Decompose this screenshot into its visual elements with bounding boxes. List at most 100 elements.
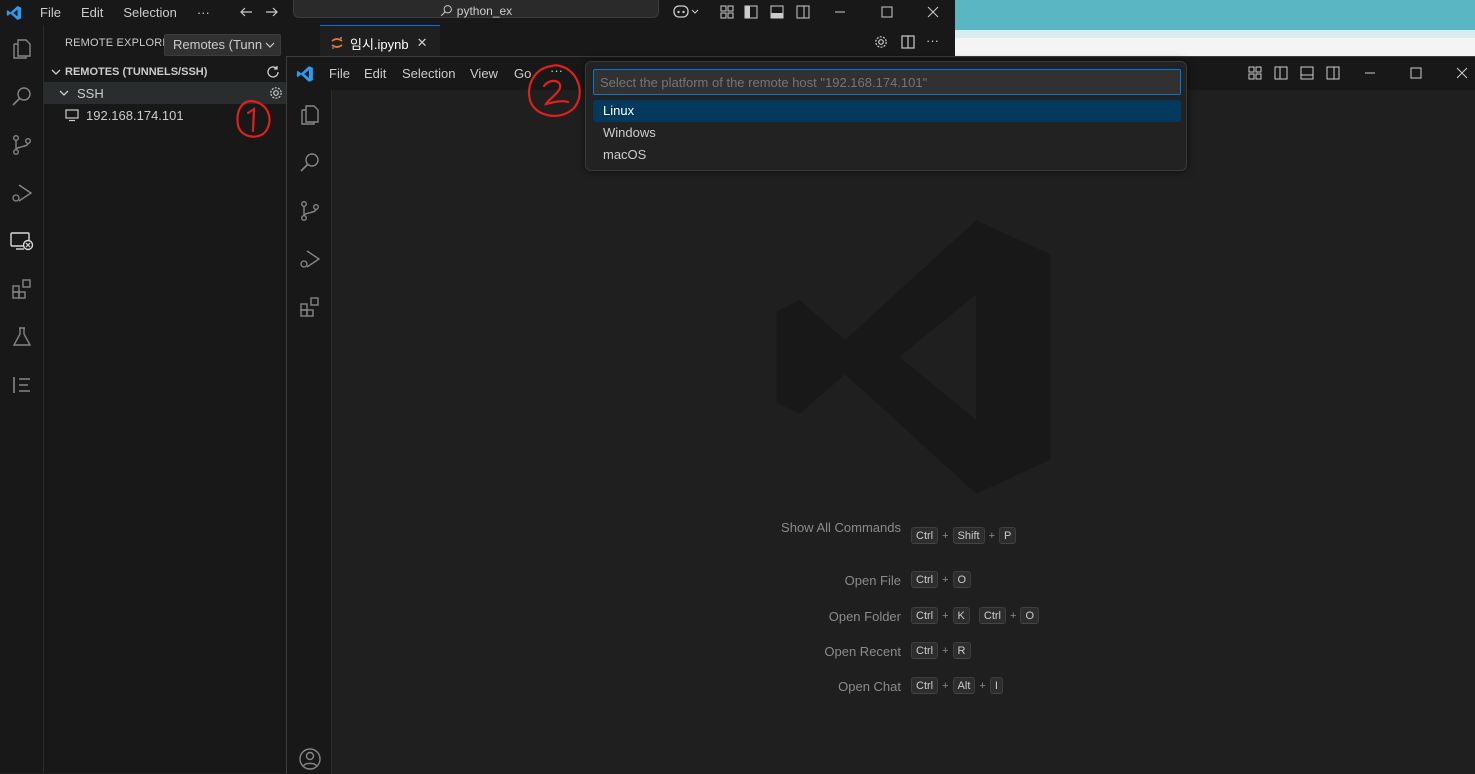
menu-file[interactable]: File bbox=[40, 5, 61, 20]
customize-layout-icon[interactable] bbox=[1247, 65, 1263, 81]
quick-pick-input[interactable] bbox=[593, 69, 1181, 95]
maximize-icon[interactable] bbox=[879, 4, 895, 20]
close-icon[interactable] bbox=[925, 4, 941, 20]
menu-selection[interactable]: Selection bbox=[402, 66, 455, 81]
annotation-circle-1 bbox=[236, 99, 271, 138]
annotation-circle-2 bbox=[527, 64, 581, 117]
key: Alt bbox=[952, 677, 976, 694]
search-icon bbox=[440, 4, 453, 17]
quick-pick-item-linux[interactable]: Linux bbox=[593, 100, 1181, 122]
key: Shift bbox=[952, 527, 985, 544]
jupyter-icon bbox=[330, 36, 344, 50]
editor-tab-bar: 임시.ipynb ✕ ··· bbox=[286, 25, 955, 60]
section-remotes-header[interactable]: REMOTES (TUNNELS/SSH) bbox=[44, 62, 286, 82]
chevron-down-icon bbox=[57, 86, 71, 100]
menu-edit[interactable]: Edit bbox=[364, 66, 386, 81]
menu-more[interactable]: ··· bbox=[197, 5, 210, 20]
tab-label: 임시.ipynb bbox=[350, 36, 409, 52]
shortcut-label-open-chat: Open Chat bbox=[838, 679, 901, 694]
explorer-icon[interactable] bbox=[295, 100, 325, 130]
remotes-dropdown-value: Remotes (Tunn bbox=[173, 37, 263, 52]
search-icon[interactable] bbox=[295, 148, 325, 178]
toggle-secondary-sidebar-icon[interactable] bbox=[1325, 65, 1341, 81]
background-window-strip-light bbox=[955, 30, 1475, 38]
split-editor-icon[interactable] bbox=[900, 34, 916, 50]
shortcut-keys-show-all-commands: Ctrl + Shift + P bbox=[911, 527, 1017, 544]
host-label: 192.168.174.101 bbox=[86, 107, 184, 123]
background-window-band bbox=[955, 38, 1475, 56]
testing-icon[interactable] bbox=[8, 323, 36, 351]
extensions-icon[interactable] bbox=[8, 275, 36, 303]
vscode-logo-icon bbox=[0, 0, 28, 25]
tree-item-ssh-label: SSH bbox=[77, 85, 104, 101]
shortcut-keys-open-chat: Ctrl + Alt + I bbox=[911, 677, 1003, 694]
shortcut-label-show-all-commands: Show All Commands bbox=[781, 520, 901, 535]
source-control-icon[interactable] bbox=[295, 196, 325, 226]
search-box-label: python_ex bbox=[456, 4, 513, 18]
run-debug-icon[interactable] bbox=[295, 244, 325, 274]
chevron-down-icon bbox=[49, 65, 63, 79]
shortcut-label-open-recent: Open Recent bbox=[824, 644, 901, 659]
maximize-icon[interactable] bbox=[1408, 65, 1424, 81]
toggle-panel-icon[interactable] bbox=[769, 4, 785, 20]
customize-layout-icon[interactable] bbox=[719, 4, 735, 20]
section-title: REMOTES (TUNNELS/SSH) bbox=[65, 66, 208, 78]
editor-more-actions[interactable]: ··· bbox=[926, 33, 939, 48]
toggle-panel-icon[interactable] bbox=[1299, 65, 1315, 81]
key: Ctrl bbox=[911, 642, 939, 659]
explorer-icon[interactable] bbox=[8, 35, 36, 63]
extensions-icon[interactable] bbox=[295, 292, 325, 322]
key: R bbox=[952, 642, 971, 659]
title-bar: File Edit Selection ··· python_ex bbox=[0, 0, 955, 25]
copilot-icon[interactable] bbox=[672, 3, 700, 21]
settings-gear-icon[interactable] bbox=[873, 34, 889, 50]
refresh-icon[interactable] bbox=[265, 64, 281, 80]
monitor-icon bbox=[64, 107, 80, 123]
python-outline-icon[interactable] bbox=[8, 371, 36, 399]
key: O bbox=[952, 571, 972, 588]
tab-notebook[interactable]: 임시.ipynb ✕ bbox=[320, 25, 440, 60]
key: K bbox=[952, 607, 970, 624]
sidebar-header: REMOTE EXPLORER Remotes (Tunn ··· bbox=[44, 31, 302, 56]
shortcut-keys-open-folder: Ctrl + K Ctrl + O bbox=[911, 607, 1039, 624]
remotes-dropdown[interactable]: Remotes (Tunn bbox=[164, 34, 281, 56]
activity-bar bbox=[0, 25, 44, 773]
command-center-search[interactable]: python_ex bbox=[293, 0, 659, 18]
sidebar-title: REMOTE EXPLORER bbox=[65, 37, 179, 49]
menu-file[interactable]: File bbox=[329, 66, 350, 81]
minimize-icon[interactable] bbox=[1362, 65, 1378, 81]
background-window-strip bbox=[955, 0, 1475, 30]
shortcut-label-open-file: Open File bbox=[844, 573, 901, 588]
key: Ctrl bbox=[911, 571, 939, 588]
shortcut-keys-open-file: Ctrl + O bbox=[911, 571, 972, 588]
shortcut-keys-open-recent: Ctrl + R bbox=[911, 642, 971, 659]
forward-arrow-icon[interactable] bbox=[264, 4, 280, 20]
account-icon[interactable] bbox=[295, 744, 325, 774]
search-icon[interactable] bbox=[8, 83, 36, 111]
toggle-secondary-sidebar-icon[interactable] bbox=[795, 4, 811, 20]
source-control-icon[interactable] bbox=[8, 131, 36, 159]
quick-pick-item-macos[interactable]: macOS bbox=[593, 144, 1181, 166]
quick-pick-item-windows[interactable]: Windows bbox=[593, 122, 1181, 144]
key: Ctrl bbox=[978, 607, 1006, 624]
toggle-primary-sidebar-icon[interactable] bbox=[1273, 65, 1289, 81]
tab-close-icon[interactable]: ✕ bbox=[417, 35, 428, 51]
vscode-logo-icon bbox=[296, 65, 314, 83]
menu-edit[interactable]: Edit bbox=[81, 5, 103, 20]
activity-bar bbox=[287, 90, 332, 774]
menu-selection[interactable]: Selection bbox=[123, 5, 176, 20]
toggle-primary-sidebar-icon[interactable] bbox=[743, 4, 759, 20]
key: P bbox=[999, 527, 1017, 544]
key: Ctrl bbox=[911, 607, 939, 624]
minimize-icon[interactable] bbox=[832, 4, 848, 20]
remote-explorer-icon[interactable] bbox=[8, 227, 36, 255]
menu-view[interactable]: View bbox=[470, 66, 498, 81]
shortcut-label-open-folder: Open Folder bbox=[828, 609, 901, 624]
key: O bbox=[1020, 607, 1039, 624]
key: Ctrl bbox=[911, 527, 939, 544]
back-arrow-icon[interactable] bbox=[238, 4, 254, 20]
vscode-watermark-logo bbox=[776, 220, 1051, 494]
key: Ctrl bbox=[911, 677, 939, 694]
run-debug-icon[interactable] bbox=[8, 179, 36, 207]
close-icon[interactable] bbox=[1454, 65, 1470, 81]
